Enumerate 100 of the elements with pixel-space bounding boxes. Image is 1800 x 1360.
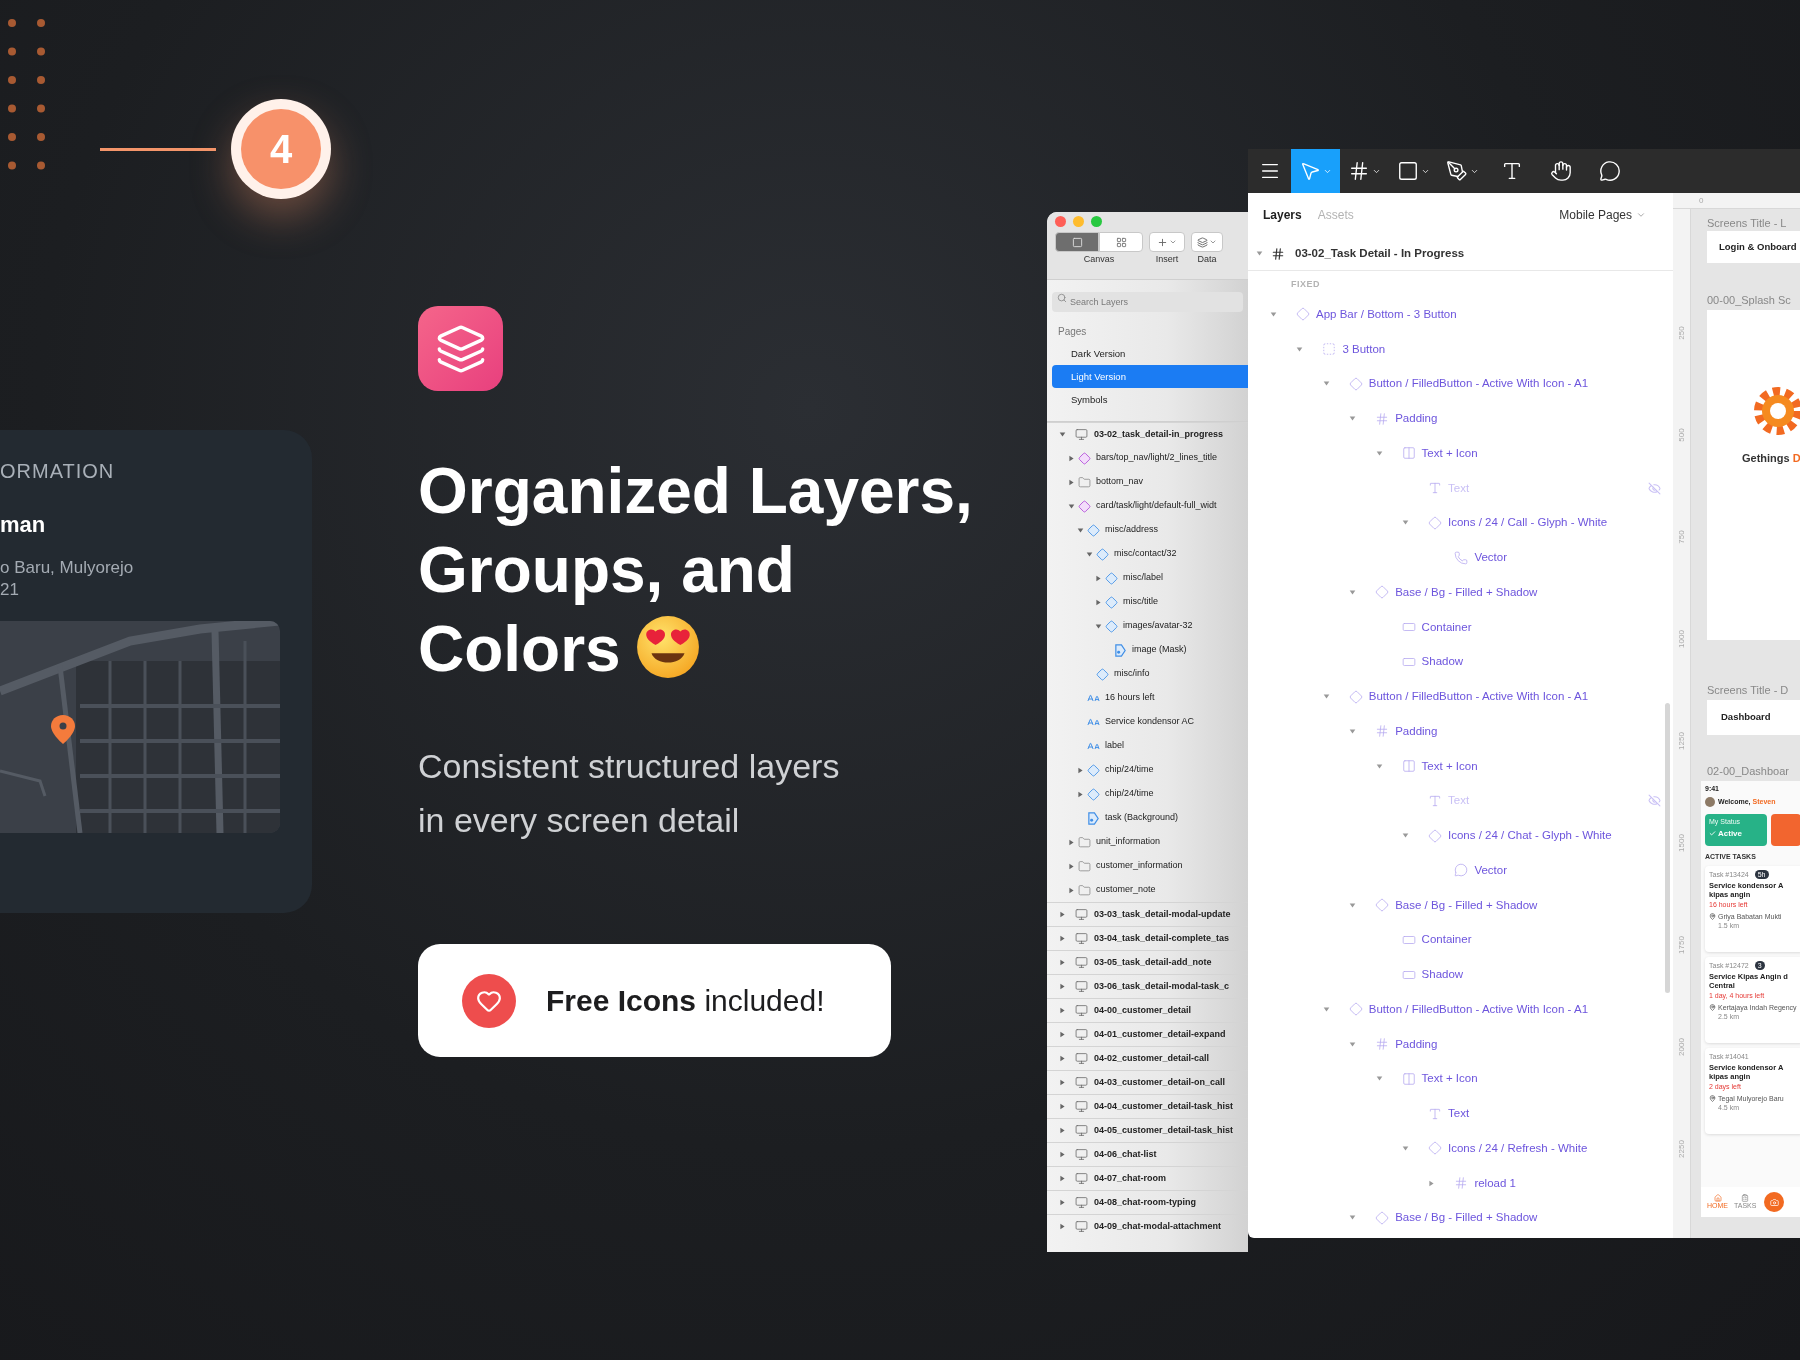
layer-row[interactable]: 16 hours left [1047,686,1248,710]
layer-row[interactable]: Icons / 24 / Refresh - White [1248,1131,1673,1166]
layer-row[interactable]: 04-00_customer_detail [1047,998,1248,1022]
layer-row[interactable]: 04-06_chat-list [1047,1142,1248,1166]
layer-row[interactable]: bars/top_nav/light/2_lines_title [1047,446,1248,470]
layer-row[interactable]: misc/label [1047,566,1248,590]
layer-row[interactable]: misc/title [1047,590,1248,614]
layer-row[interactable]: Icons / 24 / Call - Glyph - White [1248,505,1673,541]
caret-down-icon[interactable] [1349,588,1357,596]
layer-row[interactable]: 03-03_task_detail-modal-update [1047,902,1248,926]
layer-row[interactable]: Text + Icon [1248,436,1673,471]
page-dropdown[interactable]: Mobile Pages [1559,206,1646,224]
layer-row[interactable]: task (Background) [1047,806,1248,830]
layer-row[interactable]: 04-08_chat-room-typing [1047,1190,1248,1214]
caret-down-icon[interactable] [1402,832,1409,840]
page-item[interactable]: Symbols [1052,388,1248,411]
caret-down-icon[interactable] [1375,762,1383,770]
caret-down-icon[interactable] [1077,526,1084,534]
caret-right-icon[interactable] [1059,1079,1066,1086]
caret-right-icon[interactable] [1059,935,1066,942]
layer-row[interactable]: Shadow [1248,644,1673,680]
layer-row[interactable]: Text + Icon [1248,1061,1673,1097]
layer-row[interactable]: 03-02_Task Detail - In Progress [1248,237,1673,271]
layer-row[interactable]: Vector [1248,853,1673,888]
layer-row[interactable]: Service kondensor AC [1047,710,1248,734]
layer-row[interactable]: 04-07_chat-room [1047,1166,1248,1190]
layer-row[interactable]: image (Mask) [1047,638,1248,662]
layer-row[interactable]: Button / FilledButton - Active With Icon - A1 [1248,366,1673,402]
layer-row[interactable]: customer_note [1047,878,1248,902]
layer-row[interactable]: Icons / 24 / Chat - Glyph - White [1248,818,1673,853]
panel-tab[interactable]: Layers [1263,206,1302,224]
insert-button[interactable] [1149,232,1185,252]
layer-row[interactable]: misc/info [1047,662,1248,686]
layer-row[interactable]: reload 1 [1248,1165,1673,1201]
caret-right-icon[interactable] [1428,1179,1436,1187]
caret-right-icon[interactable] [1059,959,1066,966]
view-segment[interactable] [1055,232,1099,252]
caret-down-icon[interactable] [1068,502,1075,510]
caret-down-icon[interactable] [1349,1040,1357,1048]
data-button[interactable] [1191,232,1223,252]
layer-row[interactable]: Shadow [1248,957,1673,992]
caret-right-icon[interactable] [1095,598,1102,606]
caret-right-icon[interactable] [1059,1199,1066,1206]
layer-row[interactable]: Button / FilledButton - Active With Icon - A1 [1248,992,1673,1027]
layer-row[interactable]: 04-01_customer_detail-expand [1047,1022,1248,1046]
layer-row[interactable]: Padding [1248,401,1673,436]
page-item[interactable]: Light Version [1052,365,1248,388]
caret-right-icon[interactable] [1068,838,1075,846]
caret-right-icon[interactable] [1077,790,1084,798]
caret-right-icon[interactable] [1059,1055,1066,1062]
caret-down-icon[interactable] [1086,550,1093,558]
caret-down-icon[interactable] [1270,310,1277,318]
layer-row[interactable]: chip/24/time [1047,782,1248,806]
caret-down-icon[interactable] [1256,250,1263,257]
caret-down-icon[interactable] [1349,415,1357,423]
layer-row[interactable]: Container [1248,609,1673,645]
layer-row[interactable]: 3 Button [1248,331,1673,367]
caret-right-icon[interactable] [1059,1031,1066,1038]
caret-right-icon[interactable] [1059,1103,1066,1110]
camera-button[interactable] [1764,1192,1785,1212]
layer-row[interactable]: 04-04_customer_detail-task_hist [1047,1094,1248,1118]
layer-row[interactable]: Base / Bg - Filled + Shadow [1248,1200,1673,1236]
caret-right-icon[interactable] [1059,1175,1066,1182]
layer-row[interactable]: chip/24/time [1047,758,1248,782]
layer-row[interactable]: 04-03_customer_detail-on_call [1047,1070,1248,1094]
layer-row[interactable]: Padding [1248,714,1673,749]
layer-row[interactable]: 04-09_chat-modal-attachment [1047,1214,1248,1238]
layer-row[interactable]: 04-05_customer_detail-task_hist [1047,1118,1248,1142]
caret-down-icon[interactable] [1095,622,1102,630]
caret-down-icon[interactable] [1322,380,1330,388]
layer-row[interactable]: images/avatar-32 [1047,614,1248,638]
caret-down-icon[interactable] [1322,693,1330,701]
caret-right-icon[interactable] [1068,454,1075,462]
caret-down-icon[interactable] [1402,519,1409,527]
layer-row[interactable]: 03-05_task_detail-add_note [1047,950,1248,974]
caret-right-icon[interactable] [1059,1007,1066,1014]
caret-down-icon[interactable] [1349,901,1357,909]
layer-row[interactable]: Button / FilledButton - Active With Icon - A1 [1248,679,1673,714]
caret-right-icon[interactable] [1059,911,1066,918]
caret-down-icon[interactable] [1059,431,1066,438]
layer-row[interactable]: misc/contact/32 [1047,542,1248,566]
layer-row[interactable]: 03-02_task_detail-in_progress [1047,422,1248,446]
layer-row[interactable]: 03-06_task_detail-modal-task_c [1047,974,1248,998]
layer-row[interactable]: bottom_nav [1047,470,1248,494]
layer-row[interactable]: customer_information [1047,854,1248,878]
page-item[interactable]: Dark Version [1052,342,1248,365]
layer-row[interactable]: Vector [1248,540,1673,575]
caret-down-icon[interactable] [1375,1075,1383,1083]
caret-down-icon[interactable] [1349,1214,1357,1222]
layer-row[interactable]: 04-02_customer_detail-call [1047,1046,1248,1070]
layer-row[interactable]: Text + Icon [1248,748,1673,784]
layer-row[interactable]: misc/address [1047,518,1248,542]
caret-right-icon[interactable] [1059,1151,1066,1158]
caret-down-icon[interactable] [1322,1005,1330,1013]
layer-row[interactable]: App Bar / Bottom - 3 Button [1248,297,1673,332]
caret-down-icon[interactable] [1375,449,1383,457]
caret-right-icon[interactable] [1068,862,1075,870]
caret-down-icon[interactable] [1402,1144,1409,1152]
layer-row[interactable]: Base / Bg - Filled + Shadow [1248,887,1673,923]
search-field[interactable]: Search Layers [1052,292,1243,312]
